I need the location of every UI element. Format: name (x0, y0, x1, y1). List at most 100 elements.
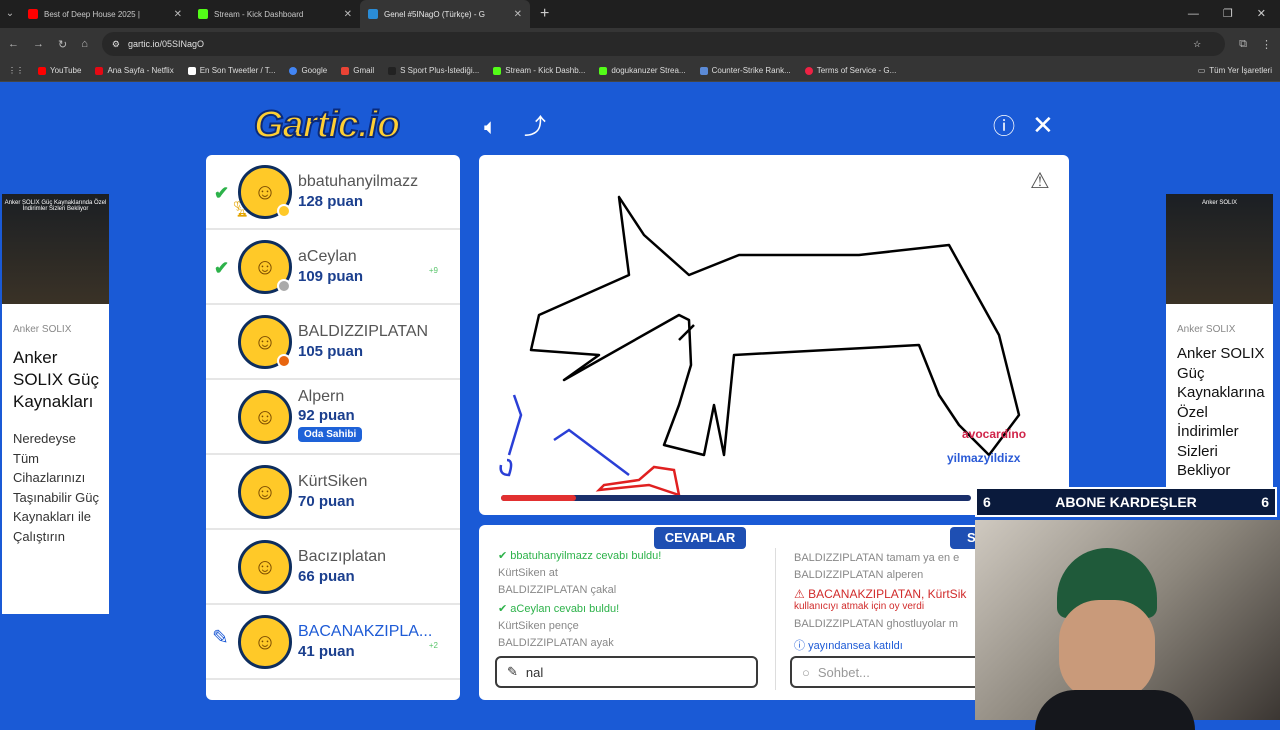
player-row[interactable]: ☺ KürtSiken 70 puan (206, 455, 460, 530)
answer-message: BALDIZZIPLATAN çakal (498, 584, 617, 596)
drawing-canvas[interactable]: avocardino köpek yilmazyildizx pençe (479, 155, 1069, 515)
chat-placeholder: Sohbet... (817, 664, 870, 680)
banner-text: ABONE KARDEŞLER (1055, 494, 1197, 510)
bookmark-item[interactable]: En Son Tweetler / T... (187, 66, 275, 75)
chat-message: ⓘ yayındansea katıldı (794, 640, 903, 652)
close-icon[interactable]: ✕ (344, 9, 352, 20)
close-icon[interactable]: ✕ (174, 9, 182, 20)
bookmarks-bar: ⋮⋮ YouTube Ana Sayfa - Netflix En Son Tw… (0, 60, 1280, 82)
browser-tab-strip: ⌄ Best of Deep House 2025 | ✕ Stream - K… (0, 0, 1280, 28)
player-name: Bacızıplatan (298, 548, 387, 565)
tab-search-icon[interactable]: ⌄ (0, 0, 20, 28)
player-score: 105 puan (298, 343, 364, 360)
answer-message: BALDIZZIPLATAN ayak (498, 637, 614, 649)
player-score: 66 puan (298, 568, 355, 585)
reload-icon[interactable]: ↻ (58, 38, 67, 51)
restore-icon[interactable]: ❐ (1223, 0, 1233, 28)
address-bar-row: ← → ↻ ⌂ ⚙ gartic.io/05SINagO ☆ ⧉ ⋮ (0, 28, 1280, 60)
gartic-icon (368, 9, 378, 19)
kick-icon (198, 9, 208, 19)
timer-fill (501, 495, 576, 501)
player-row[interactable]: ☺ Bacızıplatan 66 puan (206, 530, 460, 605)
player-score: 92 puan (298, 407, 355, 424)
player-row[interactable]: ☺ Alpern 92 puan Oda Sahibi (206, 380, 460, 455)
tab-title: Genel #5INagO (Türkçe) - G (384, 9, 485, 19)
ad-description: Neredeyse Tüm Cihazlarınızı Taşınabilir … (13, 431, 99, 544)
avatar: ☺ (238, 390, 292, 444)
chat-message: kullanıcıyı atmak için oy verdi (794, 601, 925, 612)
chat-input[interactable]: ○ Sohbet... (790, 656, 975, 688)
site-info-icon[interactable]: ⚙ (112, 39, 120, 50)
sound-icon[interactable]: 🔈︎ (484, 116, 497, 138)
bookmark-item[interactable]: Terms of Service - G... (804, 66, 896, 75)
chat-message: BALDIZZIPLATAN ghostluyolar m (794, 618, 959, 630)
bookmark-star-icon[interactable]: ☆ (1193, 39, 1215, 50)
left-ad[interactable]: Anker SOLIX Güç Kaynaklarında Özel İndir… (2, 194, 109, 614)
pencil-icon: ✎ (507, 664, 518, 679)
ad-title: Anker SOLIX Güç Kaynakları (13, 348, 99, 411)
answers-tab[interactable]: CEVAPLAR (654, 527, 746, 549)
player-name: BACANAKZIPLA... (298, 623, 433, 640)
player-row[interactable]: ✎ ☺ BACANAKZIPLA... 41 puan +2 (206, 605, 460, 680)
player-row[interactable]: ✔ 🏆︎ ☺ bbatuhanyilmazz 128 puan (206, 155, 460, 230)
new-tab-button[interactable]: + (530, 0, 559, 28)
close-icon[interactable]: ✕ (1032, 112, 1054, 138)
url-field[interactable]: ⚙ gartic.io/05SINagO ☆ (101, 32, 1226, 56)
forward-icon[interactable]: → (33, 38, 44, 50)
pencil-icon: ✎ (212, 627, 229, 649)
chat-message: BALDIZZIPLATAN alperen (794, 569, 924, 581)
answer-input-value: nal (525, 664, 544, 680)
bookmark-item[interactable]: Stream - Kick Dashb... (493, 66, 585, 75)
back-icon[interactable]: ← (8, 38, 19, 50)
report-warning-icon[interactable]: ⚠ (1030, 168, 1050, 194)
player-row[interactable]: ☺ BALDIZZIPLATAN 105 puan (206, 305, 460, 380)
column-divider (775, 548, 776, 690)
overlay-user: yilmazyildizx (947, 451, 1021, 465)
answer-input[interactable]: ✎ nal (495, 656, 758, 688)
browser-tab-2[interactable]: Stream - Kick Dashboard ✕ (190, 0, 360, 28)
menu-icon[interactable]: ⋮ (1261, 38, 1272, 51)
answer-message: KürtSiken at (498, 567, 558, 579)
apps-icon[interactable]: ⋮⋮ (8, 66, 24, 75)
avatar: ☺ (238, 465, 292, 519)
bookmark-item[interactable]: YouTube (38, 66, 81, 75)
bookmark-item[interactable]: Gmail (341, 66, 374, 75)
room-owner-badge: Oda Sahibi (298, 427, 363, 442)
gartic-logo: Gartic.io (253, 103, 401, 147)
player-row[interactable]: ✔ ☺ aCeylan 109 puan +9 (206, 230, 460, 305)
player-name: KürtSiken (298, 473, 368, 490)
extensions-icon[interactable]: ⧉ (1239, 38, 1247, 51)
right-ad[interactable]: Anker SOLIX Anker SOLIX Anker SOLIX Güç … (1166, 194, 1273, 490)
close-window-icon[interactable]: ✕ (1257, 0, 1266, 28)
chat-tab[interactable]: S (950, 527, 976, 549)
minimize-icon[interactable]: — (1188, 0, 1199, 28)
avatar: ☺ (238, 315, 292, 369)
browser-tab-3[interactable]: Genel #5INagO (Türkçe) - G ✕ (360, 0, 530, 28)
webcam-feed (975, 520, 1280, 730)
bookmark-item[interactable]: Ana Sayfa - Netflix (95, 66, 174, 75)
check-icon: ✔ (214, 258, 230, 278)
tab-title: Stream - Kick Dashboard (214, 9, 304, 19)
home-icon[interactable]: ⌂ (81, 38, 88, 50)
chat-bubble-icon: ○ (802, 664, 810, 680)
banner-count: 6 (1261, 494, 1269, 510)
close-icon[interactable]: ✕ (514, 9, 522, 20)
avatar: ☺ (238, 165, 292, 219)
chat-message: BALDIZZIPLATAN tamam ya en e (794, 552, 960, 564)
player-name: Alpern (298, 388, 345, 405)
all-bookmarks-link[interactable]: ▭ Tüm Yer İşaretleri (1198, 66, 1272, 75)
info-icon[interactable]: ⓘ (993, 116, 1015, 138)
answer-message: ✔ bbatuhanyilmazz cevabı buldu! (498, 550, 662, 562)
player-score: 109 puan (298, 268, 364, 285)
bookmark-item[interactable]: S Sport Plus-İstediği... (388, 66, 479, 75)
bookmark-item[interactable]: dogukanuzer Strea... (599, 66, 686, 75)
share-icon[interactable]: ⤴ (524, 116, 546, 138)
player-list: ✔ 🏆︎ ☺ bbatuhanyilmazz 128 puan ✔ ☺ aCey… (206, 155, 460, 700)
avatar: ☺ (238, 615, 292, 669)
bookmark-item[interactable]: Counter-Strike Rank... (699, 66, 791, 75)
browser-tab-1[interactable]: Best of Deep House 2025 | ✕ (20, 0, 190, 28)
player-name: bbatuhanyilmazz (298, 173, 419, 190)
ad-brand: Anker SOLIX (1177, 324, 1236, 335)
bookmark-item[interactable]: Google (289, 66, 327, 75)
url-text: gartic.io/05SINagO (127, 39, 204, 49)
